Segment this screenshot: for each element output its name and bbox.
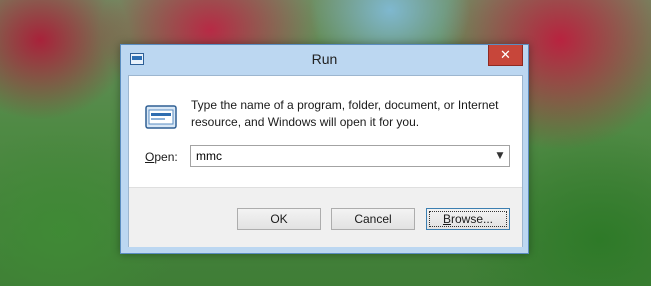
ok-button[interactable]: OK	[237, 208, 321, 230]
dialog-body: Type the name of a program, folder, docu…	[128, 75, 523, 247]
open-input[interactable]: mmc	[196, 149, 222, 163]
open-label-text: pen:	[154, 150, 178, 164]
chevron-down-icon[interactable]: ▼	[494, 149, 506, 163]
run-dialog-icon	[145, 105, 177, 129]
open-label-accelerator: O	[145, 150, 155, 164]
cancel-button[interactable]: Cancel	[331, 208, 415, 230]
open-combobox[interactable]: mmc ▼	[190, 145, 510, 167]
window-title: Run	[311, 51, 338, 67]
instruction-text: Type the name of a program, folder, docu…	[191, 97, 511, 131]
title-bar[interactable]: Run ✕	[121, 45, 528, 73]
close-icon: ✕	[500, 47, 511, 63]
focus-rectangle	[429, 211, 507, 227]
close-button[interactable]: ✕	[488, 45, 523, 66]
run-dialog: Run ✕ Type the name of a program, folder…	[120, 44, 529, 254]
browse-button[interactable]: Browse...	[426, 208, 510, 230]
open-label: Open:	[145, 150, 178, 164]
button-bar: OK Cancel Browse...	[129, 187, 522, 247]
instruction-line-2: resource, and Windows will open it for y…	[191, 115, 420, 129]
instruction-line-1: Type the name of a program, folder, docu…	[191, 98, 499, 112]
